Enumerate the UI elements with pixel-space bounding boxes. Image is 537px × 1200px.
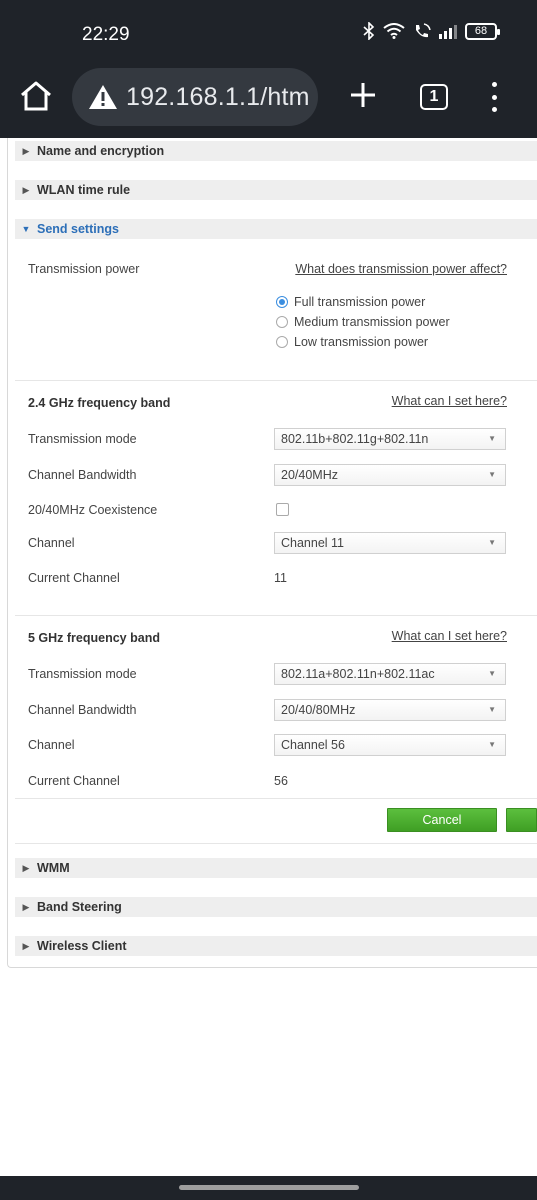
section-name-encryption[interactable]: ▶ Name and encryption xyxy=(15,141,537,161)
section-label: Name and encryption xyxy=(37,144,165,158)
transmission-power-help-link[interactable]: What does transmission power affect? xyxy=(295,262,507,276)
address-bar[interactable]: 192.168.1.1/htm xyxy=(72,68,318,126)
battery-icon: 68 xyxy=(465,22,500,40)
band-24-current-channel-label: Current Channel xyxy=(28,571,120,585)
section-label: WMM xyxy=(37,861,70,875)
divider xyxy=(15,798,537,799)
select-value: 802.11b+802.11g+802.11n xyxy=(281,432,429,446)
section-label: Band Steering xyxy=(37,900,122,914)
radio-low-power[interactable]: Low transmission power xyxy=(276,335,428,349)
radio-button[interactable] xyxy=(276,296,288,308)
band-5-mode-select[interactable]: 802.11a+802.11n+802.11ac ▼ xyxy=(274,663,506,685)
signal-icon xyxy=(439,23,457,39)
band-24-coexistence-checkbox[interactable] xyxy=(276,503,289,516)
status-icons: 68 xyxy=(363,22,500,40)
band-5-channel-select[interactable]: Channel 56 ▼ xyxy=(274,734,506,756)
chevron-down-icon: ▼ xyxy=(488,434,496,443)
section-band-steering[interactable]: ▶ Band Steering xyxy=(15,897,537,917)
section-label: Send settings xyxy=(37,222,119,236)
band-5-help-link[interactable]: What can I set here? xyxy=(392,629,507,643)
more-vert-icon[interactable] xyxy=(487,82,501,112)
band-5-current-channel-label: Current Channel xyxy=(28,774,120,788)
cancel-button[interactable]: Cancel xyxy=(387,808,497,832)
chevron-down-icon: ▼ xyxy=(488,705,496,714)
select-value: 20/40MHz xyxy=(281,468,338,482)
chevron-down-icon: ▼ xyxy=(488,538,496,547)
section-wlan-time-rule[interactable]: ▶ WLAN time rule xyxy=(15,180,537,200)
divider xyxy=(15,615,537,616)
band-24-mode-label: Transmission mode xyxy=(28,432,137,446)
band-5-current-channel-value: 56 xyxy=(274,774,288,788)
url-text: 192.168.1.1/htm xyxy=(126,82,310,111)
caret-right-icon: ▶ xyxy=(22,862,30,873)
status-time: 22:29 xyxy=(82,24,130,45)
chevron-down-icon: ▼ xyxy=(488,669,496,678)
plus-icon[interactable] xyxy=(348,80,378,110)
radio-medium-power[interactable]: Medium transmission power xyxy=(276,315,450,329)
bluetooth-icon xyxy=(363,22,375,40)
apply-button[interactable] xyxy=(506,808,537,832)
band-24-channel-select[interactable]: Channel 11 ▼ xyxy=(274,532,506,554)
select-value: Channel 11 xyxy=(281,536,345,550)
band-24-mode-select[interactable]: 802.11b+802.11g+802.11n ▼ xyxy=(274,428,506,450)
band-5-bandwidth-label: Channel Bandwidth xyxy=(28,703,137,717)
band-24-bandwidth-label: Channel Bandwidth xyxy=(28,468,137,482)
chevron-down-icon: ▼ xyxy=(488,470,496,479)
band-24-title: 2.4 GHz frequency band xyxy=(28,396,171,410)
divider xyxy=(15,380,537,381)
caret-right-icon: ▶ xyxy=(22,901,30,912)
band-5-channel-label: Channel xyxy=(28,738,75,752)
section-wireless-client[interactable]: ▶ Wireless Client xyxy=(15,936,537,956)
radio-button[interactable] xyxy=(276,336,288,348)
band-24-channel-label: Channel xyxy=(28,536,75,550)
band-24-help-link[interactable]: What can I set here? xyxy=(392,394,507,408)
band-5-bandwidth-select[interactable]: 20/40/80MHz ▼ xyxy=(274,699,506,721)
select-value: 802.11a+802.11n+802.11ac xyxy=(281,667,435,681)
home-icon[interactable] xyxy=(18,78,54,114)
caret-down-icon: ▼ xyxy=(21,224,31,234)
tab-switcher-icon[interactable]: 1 xyxy=(420,84,448,110)
caret-right-icon: ▶ xyxy=(22,184,30,195)
band-24-bandwidth-select[interactable]: 20/40MHz ▼ xyxy=(274,464,506,486)
radio-label: Full transmission power xyxy=(294,295,426,309)
band-24-coexistence-label: 20/40MHz Coexistence xyxy=(28,503,158,517)
browser-chrome: 22:29 68 192.168.1.1/htm 1 xyxy=(0,0,537,138)
section-send-settings[interactable]: ▼ Send settings xyxy=(15,219,537,239)
volte-call-icon xyxy=(416,23,431,38)
band-5-mode-label: Transmission mode xyxy=(28,667,137,681)
caret-right-icon: ▶ xyxy=(22,940,30,951)
transmission-power-label: Transmission power xyxy=(28,262,140,276)
wifi-icon xyxy=(383,23,405,39)
radio-button[interactable] xyxy=(276,316,288,328)
select-value: Channel 56 xyxy=(281,738,345,752)
divider xyxy=(15,843,537,844)
band-5-title: 5 GHz frequency band xyxy=(28,631,160,645)
select-value: 20/40/80MHz xyxy=(281,703,356,717)
section-wmm[interactable]: ▶ WMM xyxy=(15,858,537,878)
radio-label: Low transmission power xyxy=(294,335,429,349)
section-label: Wireless Client xyxy=(37,939,127,953)
caret-right-icon: ▶ xyxy=(22,145,30,156)
gesture-home-indicator[interactable] xyxy=(179,1185,359,1190)
radio-label: Medium transmission power xyxy=(294,315,450,329)
band-24-current-channel-value: 11 xyxy=(274,571,287,585)
section-label: WLAN time rule xyxy=(37,183,131,197)
chevron-down-icon: ▼ xyxy=(488,740,496,749)
warning-icon xyxy=(89,85,117,109)
radio-full-power[interactable]: Full transmission power xyxy=(276,295,425,309)
